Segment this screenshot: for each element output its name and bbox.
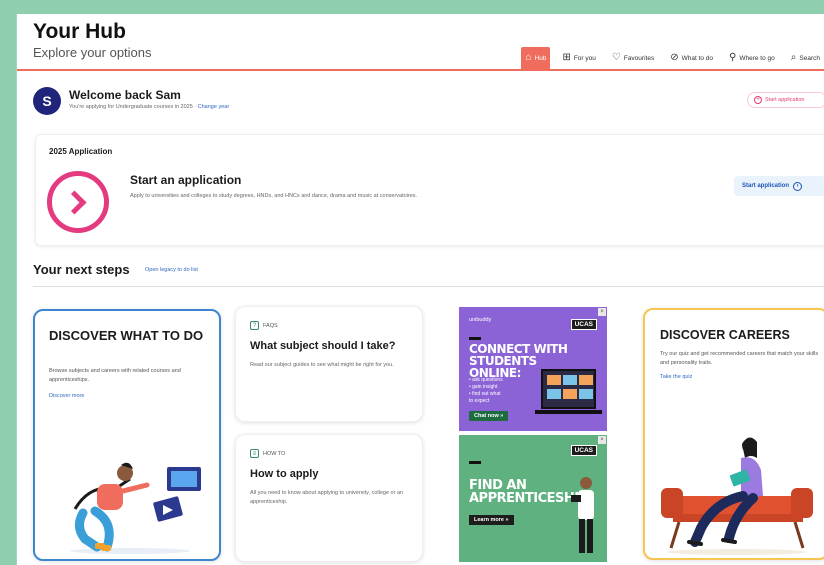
heart-icon: ♡ bbox=[611, 52, 621, 63]
ad-bullet: • ask questions bbox=[469, 377, 503, 383]
ad-close-icon[interactable]: × bbox=[598, 308, 606, 316]
learn-more-button[interactable]: Learn more » bbox=[469, 515, 514, 525]
location-pin-icon: ⚲ bbox=[729, 52, 737, 63]
ad-headline: FIND AN APPRENTICESHIP bbox=[469, 478, 588, 506]
nav-label: What to do bbox=[681, 54, 714, 62]
card-title: What subject should I take? bbox=[250, 340, 396, 352]
nav-item-favourites[interactable]: ♡ Favourites bbox=[608, 47, 658, 69]
ucas-logo: UCAS bbox=[570, 445, 597, 456]
how-to-card[interactable]: ≡ HOW TO How to apply All you need to kn… bbox=[235, 434, 423, 562]
card-title: DISCOVER CAREERS bbox=[660, 328, 790, 342]
document-icon: ≡ bbox=[250, 449, 259, 458]
application-year: 2025 Application bbox=[49, 147, 113, 156]
next-steps-heading: Your next steps bbox=[33, 262, 130, 277]
section-divider bbox=[33, 286, 824, 287]
application-heading: Start an application bbox=[130, 173, 242, 187]
card-description: Read our subject guides to see what migh… bbox=[250, 362, 394, 368]
nav-label: Where to go bbox=[739, 54, 775, 62]
discover-careers-card[interactable]: DISCOVER CAREERS Try our quiz and get re… bbox=[643, 308, 824, 560]
start-application-button-label: Start application bbox=[742, 183, 790, 189]
take-quiz-link[interactable]: Take the quiz bbox=[660, 374, 692, 380]
welcome-banner: S Welcome back Sam You're applying for U… bbox=[33, 86, 824, 120]
grid-icon: ⊞ bbox=[562, 52, 571, 63]
start-application-label: Start application bbox=[765, 97, 805, 103]
application-description: Apply to universities and colleges to st… bbox=[130, 193, 418, 199]
page-title: Your Hub bbox=[33, 20, 126, 43]
search-icon: ⌕ bbox=[790, 52, 797, 63]
top-nav: ⌂ Hub ⊞ For you ♡ Favourites ⊘ What to d… bbox=[521, 47, 824, 69]
discover-what-to-do-card[interactable]: DISCOVER WHAT TO DO Browse subjects and … bbox=[33, 309, 221, 561]
nav-label: For you bbox=[573, 54, 596, 62]
ad-bullet: • find out what bbox=[469, 391, 501, 397]
applying-text: You're applying for Undergraduate course… bbox=[69, 104, 197, 110]
nav-label: Hub bbox=[534, 54, 547, 62]
avatar: S bbox=[33, 87, 61, 115]
ad-bullet: • gain insight bbox=[469, 384, 498, 390]
connect-students-ad[interactable]: × unibuddy UCAS CONNECT WITH STUDENTS ON… bbox=[459, 307, 607, 431]
applying-info: You're applying for Undergraduate course… bbox=[69, 104, 229, 110]
welcome-greeting: Welcome back Sam bbox=[69, 88, 181, 102]
chat-now-button[interactable]: Chat now » bbox=[469, 411, 509, 421]
page-subtitle: Explore your options bbox=[33, 45, 152, 60]
floating-student-illustration bbox=[70, 462, 201, 554]
faq-card[interactable]: ? FAQS What subject should I take? Read … bbox=[235, 306, 423, 422]
nav-item-where-to-go[interactable]: ⚲ Where to go bbox=[725, 47, 779, 69]
legacy-todo-link[interactable]: Open legacy to do list bbox=[145, 267, 198, 273]
card-tag: ? FAQS bbox=[250, 321, 278, 330]
ad-bullets: • ask questions • gain insight • find ou… bbox=[469, 377, 503, 405]
nav-item-what-to-do[interactable]: ⊘ What to do bbox=[666, 47, 717, 69]
plus-circle-icon: + bbox=[754, 96, 762, 104]
apprenticeship-ad[interactable]: × UCAS FIND AN APPRENTICESHIP Learn more… bbox=[459, 435, 607, 562]
application-card: 2025 Application Start an application Ap… bbox=[35, 134, 824, 246]
chevron-right-circle-icon bbox=[47, 171, 109, 233]
sofa-laptop-illustration bbox=[661, 437, 813, 555]
arrow-right-circle-icon: › bbox=[793, 181, 803, 191]
start-application-pill-button[interactable]: + Start application bbox=[747, 92, 824, 108]
card-description: Try our quiz and get recommended careers… bbox=[660, 351, 819, 366]
ad-dash bbox=[469, 461, 481, 464]
ad-brand: unibuddy bbox=[469, 317, 492, 323]
tag-label: FAQS bbox=[263, 322, 278, 329]
ad-bullet: to expect bbox=[469, 398, 490, 404]
question-icon: ? bbox=[250, 321, 259, 330]
hub-page: Your Hub Explore your options ⌂ Hub ⊞ Fo… bbox=[16, 14, 824, 565]
tag-label: HOW TO bbox=[263, 450, 286, 457]
laptop-base bbox=[535, 410, 602, 414]
card-tag: ≡ HOW TO bbox=[250, 449, 285, 458]
change-year-link[interactable]: Change year bbox=[198, 104, 230, 110]
nav-item-hub[interactable]: ⌂ Hub bbox=[521, 47, 551, 69]
nav-label: Favourites bbox=[623, 54, 655, 62]
photographer-illustration bbox=[571, 477, 594, 553]
ad-close-icon[interactable]: × bbox=[598, 436, 606, 444]
home-icon: ⌂ bbox=[525, 52, 532, 63]
header-divider bbox=[17, 69, 824, 71]
start-application-button[interactable]: Start application › bbox=[734, 176, 824, 196]
compass-icon: ⊘ bbox=[670, 52, 679, 63]
card-description: Browse subjects and careers with related… bbox=[49, 368, 181, 383]
nav-item-for-you[interactable]: ⊞ For you bbox=[558, 47, 599, 69]
nav-item-search[interactable]: ⌕ Search bbox=[787, 47, 824, 69]
nav-label: Search bbox=[799, 54, 820, 62]
discover-more-link[interactable]: Discover more bbox=[49, 393, 84, 399]
ad-dash bbox=[469, 337, 481, 340]
ucas-logo: UCAS bbox=[570, 319, 597, 330]
card-title: DISCOVER WHAT TO DO bbox=[49, 328, 204, 343]
laptop-video-call-illustration bbox=[541, 369, 596, 409]
card-description: All you need to know about applying to u… bbox=[250, 490, 404, 505]
card-title: How to apply bbox=[250, 468, 319, 480]
